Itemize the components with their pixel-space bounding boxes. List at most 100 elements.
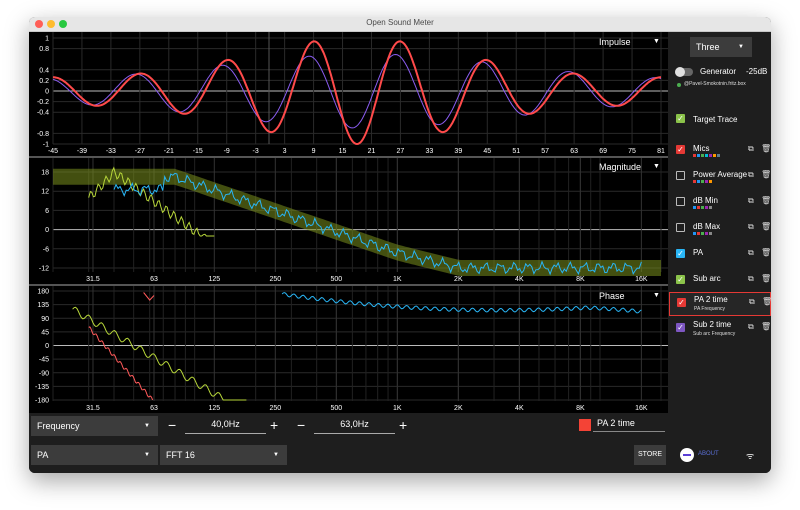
selected-trace-field[interactable]: PA 2 time (593, 417, 665, 432)
tick-label: -45 (39, 357, 49, 364)
source-item[interactable]: dB Min ⧉ 🗑 (669, 192, 771, 212)
source-checkbox[interactable] (676, 171, 685, 180)
target-trace-band (53, 168, 661, 276)
source-item[interactable]: Power Average ⧉ 🗑 (669, 166, 771, 186)
source-item[interactable]: dB Max ⧉ 🗑 (669, 218, 771, 238)
target-trace-checkbox[interactable]: ✓ (676, 114, 685, 123)
source-item[interactable]: ✓ PA ⧉ 🗑 (669, 244, 771, 264)
tick-label: 63 (150, 405, 158, 412)
freq1-decrement-button[interactable]: − (168, 417, 176, 433)
copy-icon[interactable]: ⧉ (748, 274, 754, 284)
tick-label: 1 (45, 36, 49, 43)
color-swatch (705, 206, 708, 209)
trash-icon[interactable]: 🗑 (761, 222, 771, 231)
magnitude-menu-caret-icon[interactable]: ▼ (653, 163, 660, 170)
source-subtitle: Sub arc Frequency (693, 331, 736, 337)
trash-icon[interactable]: 🗑 (761, 170, 771, 179)
source-item[interactable]: ✓ Mics ⧉ 🗑 (669, 140, 771, 160)
target-trace-row[interactable]: ✓ Target Trace (669, 112, 771, 126)
freq2-increment-button[interactable]: + (399, 417, 407, 433)
tick-label: 16K (635, 276, 648, 283)
phase-menu-caret-icon[interactable]: ▼ (653, 292, 660, 299)
source-item[interactable]: ✓ PA 2 time PA Frequency ⧉ 🗑 (669, 292, 771, 316)
color-swatch (709, 180, 712, 183)
phase-title[interactable]: Phase (599, 291, 625, 301)
about-link[interactable]: ABOUT (698, 451, 719, 457)
source-item[interactable]: ✓ Sub 2 time Sub arc Frequency ⧉ 🗑 (669, 318, 771, 340)
copy-icon[interactable]: ⧉ (748, 170, 754, 180)
tick-label: 75 (628, 148, 636, 155)
online-status-dot (677, 83, 681, 87)
impulse-title[interactable]: Impulse (599, 37, 631, 47)
copy-icon[interactable]: ⧉ (749, 297, 755, 307)
tick-label: 12 (41, 189, 49, 196)
freq2-decrement-button[interactable]: − (297, 417, 305, 433)
tick-label: 0.8 (39, 46, 49, 53)
title-bar: Open Sound Meter (29, 17, 771, 32)
layout-select[interactable]: Three ▼ (690, 37, 752, 57)
trash-icon[interactable]: 🗑 (762, 297, 771, 306)
tick-label: -135 (35, 384, 49, 391)
source-checkbox[interactable] (676, 223, 685, 232)
logo-mark (683, 454, 691, 456)
tick-label: 6 (45, 208, 49, 215)
trash-icon[interactable]: 🗑 (761, 196, 771, 205)
impulse-panel[interactable]: 1 0.8 0.4 0.2 0 -0.2 -0.4 -0.8 -1 -45 -39 -33 -27 -21… (29, 32, 668, 156)
impulse-chart: 10.80.40.20-0.2-0.4-0.8-1-45 -39 -33 -27 -21… (37, 32, 668, 155)
source-checkbox[interactable] (676, 197, 685, 206)
freq1-input[interactable]: 40,0Hz (185, 419, 266, 434)
copy-icon[interactable]: ⧉ (748, 248, 754, 258)
source-select-value: PA (37, 450, 49, 460)
bottom-controls: Frequency ▼ − 40,0Hz + − 63,0Hz + PA 2 t… (29, 413, 771, 473)
copy-icon[interactable]: ⧉ (748, 322, 754, 332)
app-logo-icon[interactable] (680, 448, 694, 462)
phase-panel[interactable]: 180 135 90 45 0 -45 -90 -135 -180 31.5 63 125 250 500… (29, 286, 668, 413)
generator-level: -25dB (746, 67, 768, 76)
source-checkbox[interactable]: ✓ (676, 275, 685, 284)
source-checkbox[interactable]: ✓ (676, 249, 685, 258)
group-color-swatches (693, 232, 712, 235)
target-trace-label: Target Trace (693, 115, 738, 124)
trash-icon[interactable]: 🗑 (761, 144, 771, 153)
trash-icon[interactable]: 🗑 (761, 322, 771, 331)
copy-icon[interactable]: ⧉ (748, 144, 754, 154)
mode-select[interactable]: Frequency ▼ (31, 416, 158, 436)
magnitude-title[interactable]: Magnitude (599, 162, 641, 172)
freq2-input[interactable]: 63,0Hz (314, 419, 395, 434)
tick-label: 57 (541, 148, 549, 155)
source-checkbox[interactable]: ✓ (677, 298, 686, 307)
selected-trace-color[interactable] (579, 419, 591, 431)
tick-label: -9 (224, 148, 230, 155)
store-button[interactable]: STORE (634, 445, 666, 465)
freq1-increment-button[interactable]: + (270, 417, 278, 433)
group-color-swatches (693, 154, 720, 157)
tick-label: -0.8 (37, 131, 49, 138)
tick-label: 90 (41, 316, 49, 323)
color-swatch (701, 180, 704, 183)
tick-label: -39 (77, 148, 87, 155)
copy-icon[interactable]: ⧉ (748, 222, 754, 232)
color-swatch (709, 154, 712, 157)
generator-toggle[interactable] (675, 67, 693, 77)
tick-label: 4K (515, 276, 524, 283)
color-swatch (713, 154, 716, 157)
tick-label: 45 (483, 148, 491, 155)
tick-label: 45 (41, 329, 49, 336)
tick-label: 0 (45, 89, 49, 96)
trash-icon[interactable]: 🗑 (761, 274, 771, 283)
copy-icon[interactable]: ⧉ (748, 196, 754, 206)
source-checkbox[interactable]: ✓ (676, 145, 685, 154)
fft-select[interactable]: FFT 16 ▼ (160, 445, 287, 465)
magnitude-panel[interactable]: 18 12 6 0 -6 -12 31.5 63 125 250 500 1K 2K 4K 8K 16K Ma… (29, 158, 668, 284)
tick-label: 1K (393, 405, 402, 412)
tick-label: -15 (193, 148, 203, 155)
tick-label: 0 (45, 343, 49, 350)
source-item[interactable]: ✓ Sub arc ⧉ 🗑 (669, 270, 771, 290)
tick-label: 21 (368, 148, 376, 155)
color-swatch (705, 154, 708, 157)
impulse-menu-caret-icon[interactable]: ▼ (653, 38, 660, 45)
source-select[interactable]: PA ▼ (31, 445, 158, 465)
trash-icon[interactable]: 🗑 (761, 248, 771, 257)
tick-label: 0.2 (39, 78, 49, 85)
source-checkbox[interactable]: ✓ (676, 323, 685, 332)
